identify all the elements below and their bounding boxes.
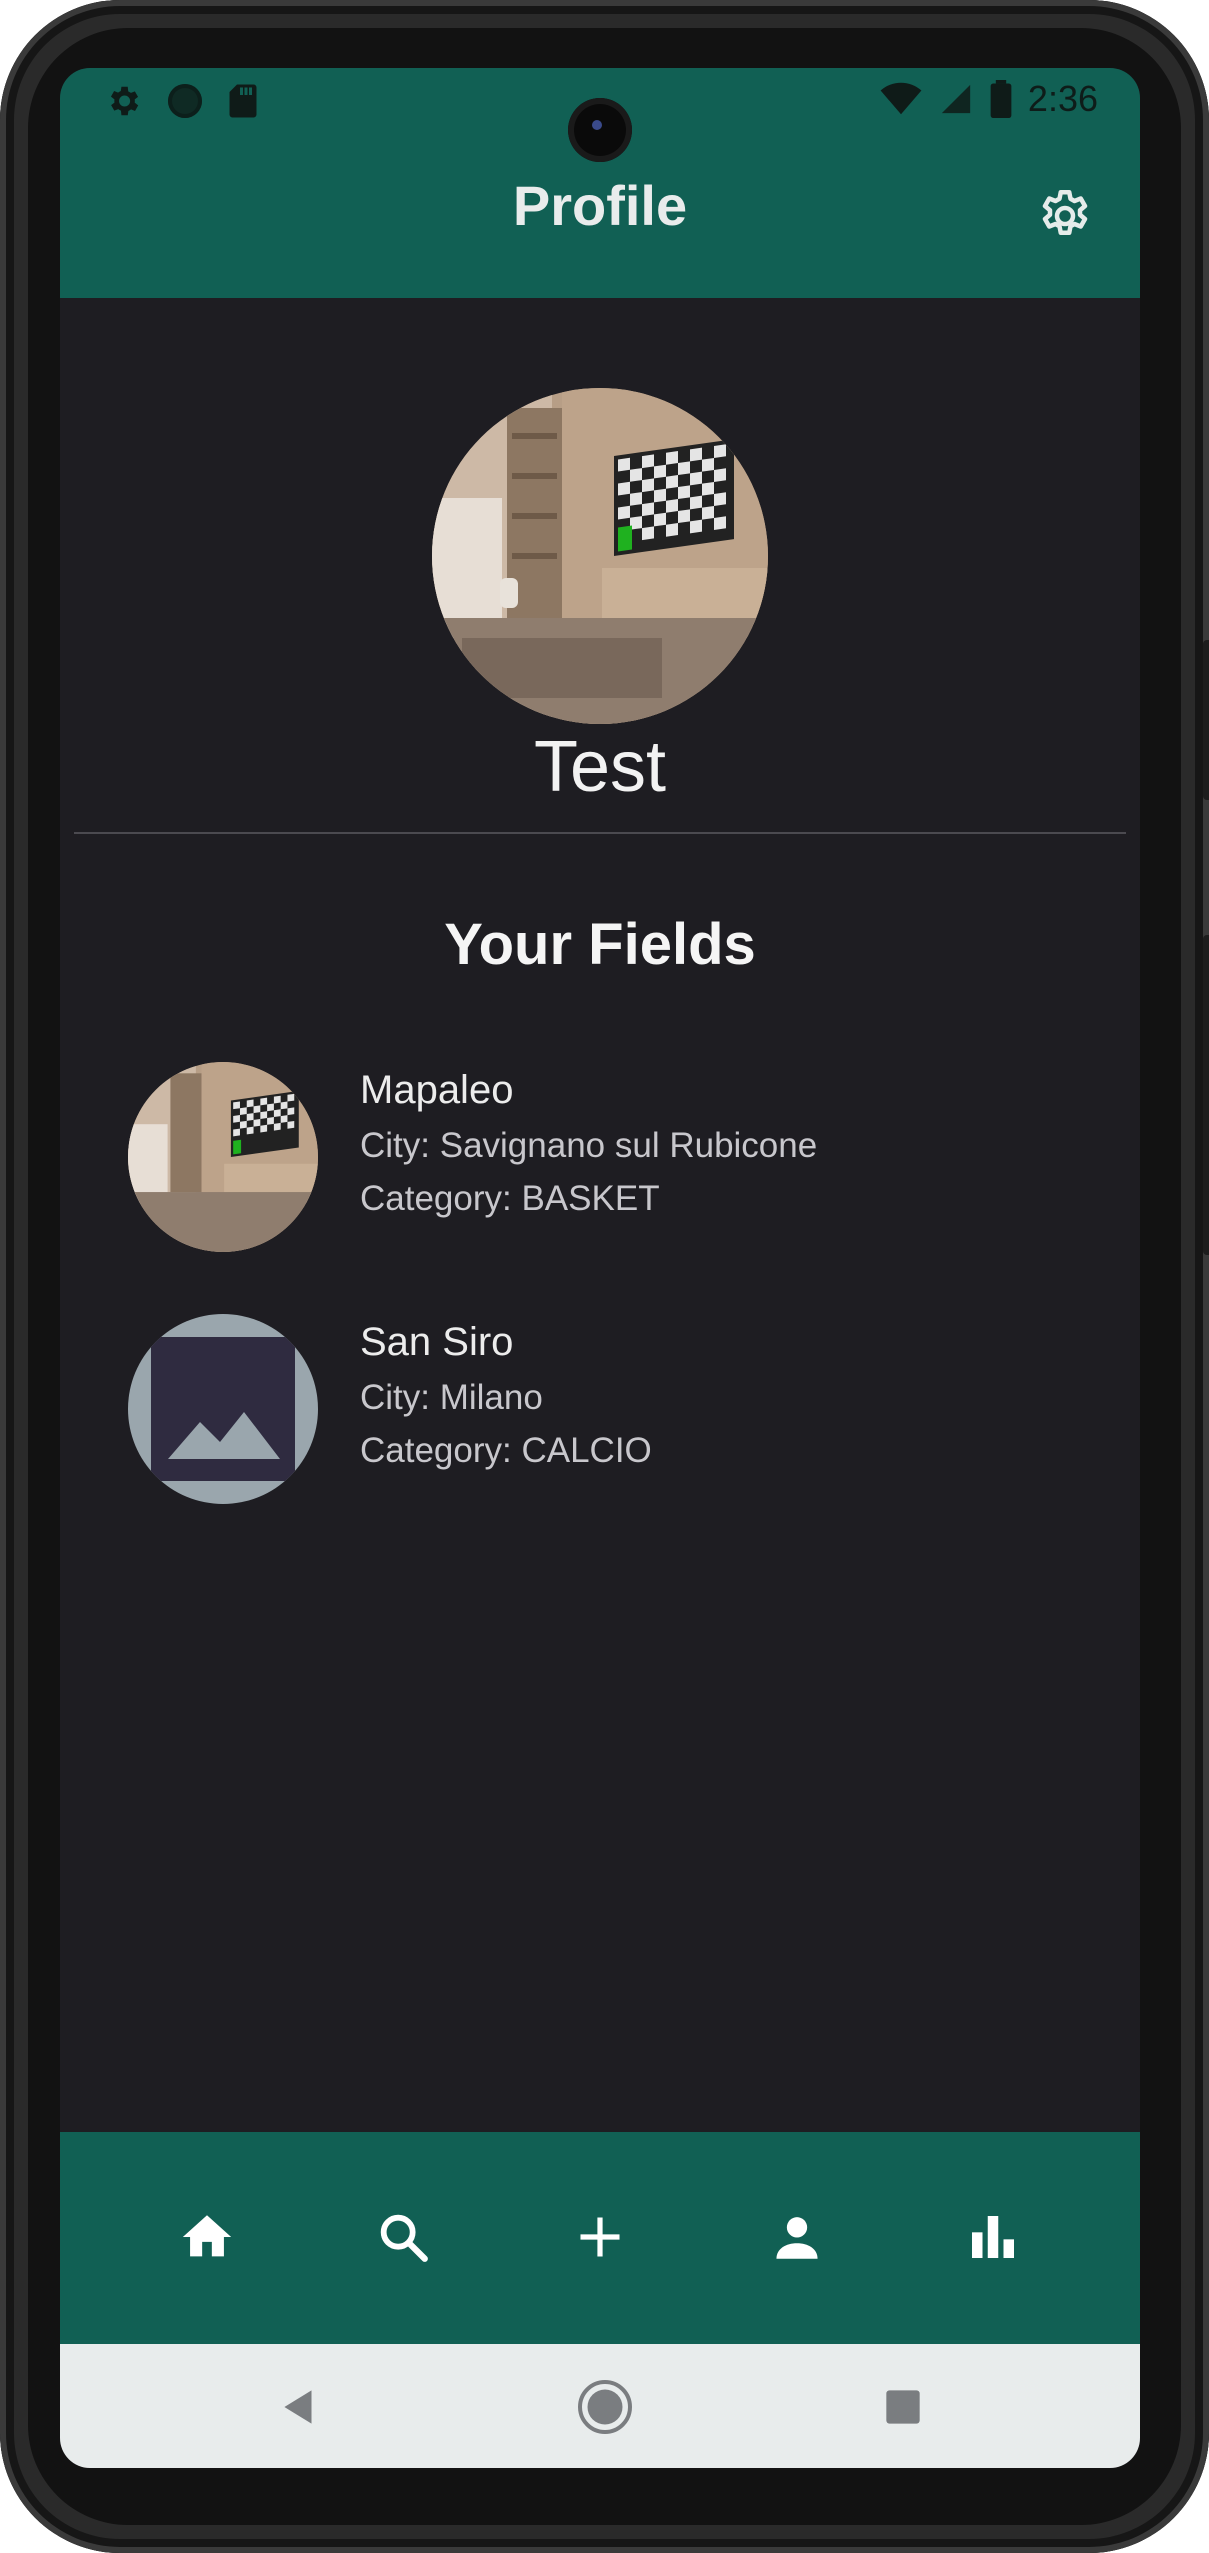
room-photo-image: [432, 388, 768, 724]
section-title: Your Fields: [444, 912, 756, 977]
sd-card-icon: [229, 84, 257, 118]
divider: [74, 832, 1126, 834]
gear-icon[interactable]: [1035, 186, 1095, 246]
field-city: City: Savignano sul Rubicone: [360, 1126, 818, 1165]
system-navigation-bar: [60, 2344, 1140, 2468]
device-frame: 2:36 Profile Test Your Fields Mapaleo Ci…: [0, 0, 1209, 2553]
field-category: Category: BASKET: [360, 1179, 660, 1218]
front-camera: [568, 98, 632, 162]
field-thumbnail: [128, 1062, 318, 1252]
page-title: Profile: [512, 174, 688, 237]
add-icon: [580, 2217, 620, 2257]
wifi-icon: [880, 82, 922, 115]
back-button[interactable]: [274, 2382, 324, 2432]
clock: 2:36: [1027, 78, 1098, 119]
signal-icon: [941, 84, 971, 114]
screen: 2:36 Profile Test Your Fields Mapaleo Ci…: [60, 68, 1140, 2468]
bar-chart-icon: [972, 2216, 1014, 2258]
field-city: City: Milano: [360, 1378, 543, 1417]
status-bar: 2:36: [60, 68, 1140, 162]
field-name: San Siro: [360, 1320, 514, 1364]
image-placeholder-icon: [151, 1337, 295, 1481]
profile-avatar[interactable]: [432, 388, 768, 724]
app-bar: 2:36 Profile: [60, 68, 1140, 298]
field-list-item[interactable]: Mapaleo City: Savignano sul Rubicone Cat…: [128, 1062, 1088, 1252]
field-category: Category: CALCIO: [360, 1431, 652, 1470]
circle-icon: [168, 84, 202, 118]
bottom-navigation: [60, 2132, 1140, 2344]
nav-add[interactable]: [565, 2202, 635, 2272]
nav-stats[interactable]: [958, 2202, 1028, 2272]
nav-search[interactable]: [368, 2202, 438, 2272]
power-button: [1203, 640, 1209, 800]
room-photo-image: [128, 1062, 318, 1252]
settings-icon: [110, 86, 139, 116]
search-icon: [380, 2214, 428, 2262]
person-icon: [776, 2217, 818, 2259]
field-name: Mapaleo: [360, 1068, 514, 1112]
battery-icon: [990, 80, 1012, 118]
home-icon: [182, 2215, 232, 2257]
field-list-item[interactable]: San Siro City: Milano Category: CALCIO: [128, 1314, 1088, 1504]
field-thumbnail: [128, 1314, 318, 1504]
nav-home[interactable]: [172, 2202, 242, 2272]
home-button[interactable]: [575, 2377, 635, 2437]
nav-profile[interactable]: [762, 2202, 832, 2272]
profile-name: Test: [533, 727, 667, 807]
volume-button: [1203, 935, 1209, 1255]
recents-button[interactable]: [878, 2382, 928, 2432]
